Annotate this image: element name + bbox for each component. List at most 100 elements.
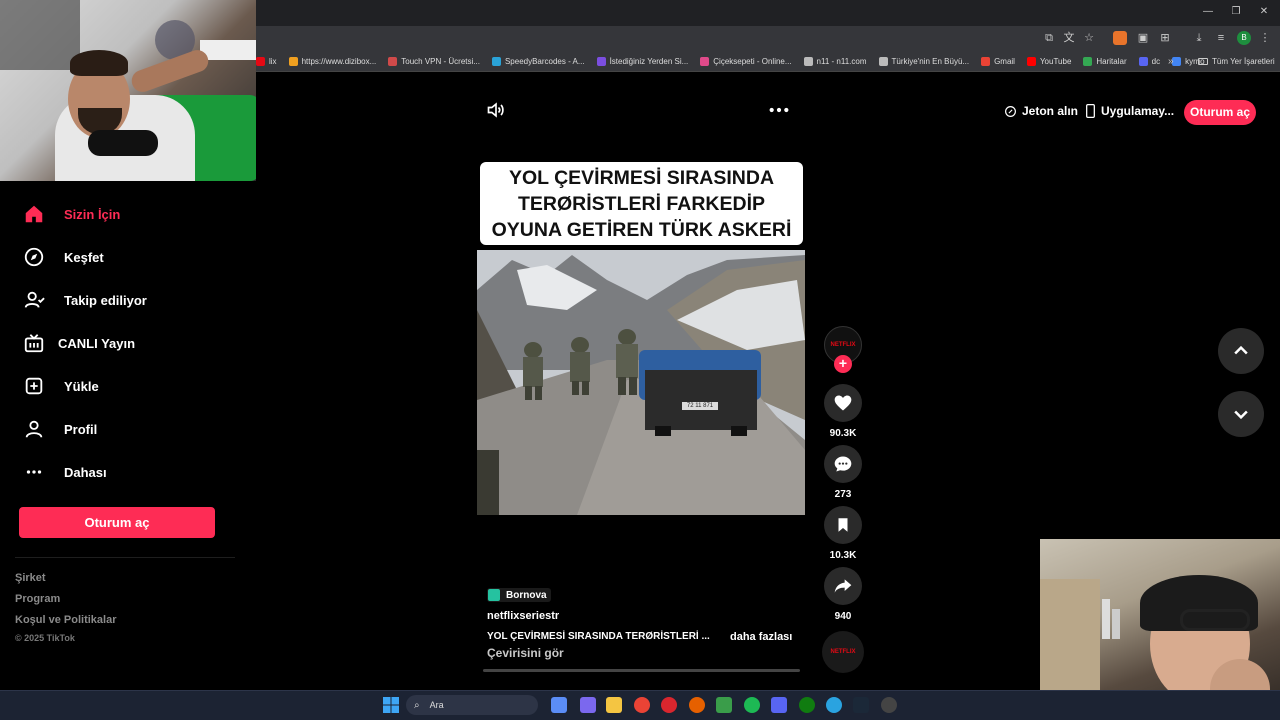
sidebar-item-following[interactable]: Takip ediliyor: [22, 288, 147, 312]
profile-avatar[interactable]: B: [1237, 31, 1251, 45]
follow-plus-icon[interactable]: +: [834, 355, 852, 373]
see-translation-link[interactable]: Çevirisini gör: [487, 646, 564, 660]
next-video-button[interactable]: [1218, 391, 1264, 437]
bookmark-label: Touch VPN - Ücretsi...: [401, 57, 480, 66]
caption-line: YOL ÇEVİRMESİ SIRASINDA: [508, 167, 775, 189]
like-count: 90.3K: [829, 428, 857, 439]
opera-icon[interactable]: [661, 697, 677, 713]
heart-icon: [834, 395, 852, 411]
bookmark-label: Türkiye'nin En Büyü...: [891, 57, 970, 66]
notepad-icon[interactable]: [716, 697, 732, 713]
search-placeholder: Ara: [429, 700, 444, 710]
xbox-icon[interactable]: [799, 697, 815, 713]
bookmark-item[interactable]: https://www.dizibox...: [283, 57, 383, 66]
bookmark-label: lix: [269, 57, 277, 66]
video-progress-bar[interactable]: [483, 669, 800, 672]
more-icon: [22, 460, 46, 484]
bookmark-item[interactable]: SpeedyBarcodes - A...: [486, 57, 591, 66]
folder-icon: [1198, 58, 1208, 65]
sidebar-item-more[interactable]: Dahası: [22, 460, 107, 484]
browser-menu-icon[interactable]: ⋮: [1258, 31, 1272, 45]
restore-icon[interactable]: ❐: [1226, 4, 1246, 20]
save-button[interactable]: [824, 506, 862, 544]
download-icon[interactable]: ⤓: [1192, 31, 1206, 45]
install-app-icon[interactable]: ⧉: [1042, 31, 1056, 45]
header-login-button[interactable]: Oturum aç: [1184, 100, 1256, 125]
previous-video-button[interactable]: [1218, 328, 1264, 374]
caption-line: TERØRİSTLERİ FARKEDİP: [517, 193, 766, 215]
sidebar-item-upload[interactable]: Yükle: [22, 374, 99, 398]
share-icon: [834, 579, 852, 593]
bookmark-item[interactable]: Gmail: [975, 57, 1021, 66]
bookmark-favicon-icon: [700, 57, 710, 66]
footer-link-company[interactable]: Şirket: [15, 572, 46, 584]
sidebar-item-label: Dahası: [64, 464, 107, 480]
get-coins-button[interactable]: Jeton alın: [1004, 104, 1078, 118]
firefox-icon[interactable]: [689, 697, 705, 713]
creator-username[interactable]: netflixseriestr: [487, 610, 559, 622]
bookmark-star-icon[interactable]: ☆: [1082, 31, 1096, 45]
bookmark-item[interactable]: dc: [1133, 57, 1166, 66]
translate-icon[interactable]: 文: [1062, 31, 1076, 45]
bookmark-favicon-icon: [878, 57, 888, 66]
share-count: 940: [834, 611, 852, 622]
bookmark-item[interactable]: YouTube: [1021, 57, 1077, 66]
home-icon: [22, 202, 46, 226]
sidebar-item-explore[interactable]: Keşfet: [22, 245, 104, 269]
video-frame-scene: [477, 250, 805, 515]
sidebar-item-profile[interactable]: Profil: [22, 417, 97, 441]
bookmark-item[interactable]: Çiçeksepeti - Online...: [694, 57, 797, 66]
bookmark-favicon-icon: [1083, 57, 1093, 66]
file-explorer-icon[interactable]: [606, 697, 622, 713]
location-badge[interactable]: Bornova: [487, 588, 551, 602]
sidebar-divider: [15, 557, 235, 558]
teams-icon[interactable]: [580, 697, 596, 713]
see-more-link[interactable]: daha fazlası: [730, 631, 792, 643]
comment-button[interactable]: [824, 445, 862, 483]
extension-shield-icon[interactable]: ▣: [1136, 31, 1150, 45]
live-icon: [22, 331, 46, 355]
get-app-label: Uygulamay...: [1101, 104, 1175, 118]
profile-icon: [22, 417, 46, 441]
bookmark-item[interactable]: Haritalar: [1077, 57, 1132, 66]
video-options-icon[interactable]: [768, 100, 790, 120]
bookmark-item[interactable]: İstediğiniz Yerden Si...: [591, 57, 695, 66]
chrome-icon[interactable]: [634, 697, 650, 713]
settings-icon[interactable]: [881, 697, 897, 713]
bookmarks-overflow-icon[interactable]: »: [1168, 56, 1174, 67]
sidebar-login-button[interactable]: Oturum aç: [19, 507, 215, 538]
music-disc[interactable]: NETFLIX: [822, 631, 864, 673]
steam-icon[interactable]: [853, 697, 869, 713]
taskbar-search[interactable]: ⌕ Ara: [406, 695, 538, 715]
windows-start-icon[interactable]: [383, 697, 399, 713]
bookmark-item[interactable]: Türkiye'nin En Büyü...: [873, 57, 976, 66]
share-button[interactable]: [824, 567, 862, 605]
spotify-icon[interactable]: [744, 697, 760, 713]
sidebar-item-label: Keşfet: [64, 249, 104, 265]
copilot-icon[interactable]: [551, 697, 567, 713]
bookmark-favicon-icon: [491, 57, 501, 66]
like-button[interactable]: [824, 384, 862, 422]
comment-icon: [834, 456, 852, 472]
video-player[interactable]: 72 11 871: [477, 250, 805, 515]
telegram-icon[interactable]: [826, 697, 842, 713]
bookmark-favicon-icon: [256, 57, 265, 66]
minimize-icon[interactable]: —: [1198, 4, 1218, 20]
volume-icon[interactable]: [486, 100, 506, 120]
footer-link-program[interactable]: Program: [15, 593, 60, 605]
bookmark-label: Çiçeksepeti - Online...: [713, 57, 792, 66]
media-control-icon[interactable]: ≡: [1214, 31, 1228, 45]
close-icon[interactable]: ✕: [1254, 4, 1274, 20]
extension-fox-icon[interactable]: [1113, 31, 1127, 45]
get-app-button[interactable]: Uygulamay...: [1085, 104, 1174, 118]
discord-icon[interactable]: [771, 697, 787, 713]
sidebar-item-for-you[interactable]: Sizin İçin: [22, 202, 120, 226]
bookmark-item[interactable]: Touch VPN - Ücretsi...: [382, 57, 486, 66]
bookmark-label: Gmail: [994, 57, 1015, 66]
bookmark-favicon-icon: [288, 57, 298, 66]
bookmark-item[interactable]: n11 - n11.com: [798, 57, 873, 66]
extensions-icon[interactable]: ⊞: [1158, 31, 1172, 45]
sidebar-item-live[interactable]: CANLI Yayın: [22, 331, 135, 355]
all-bookmarks-button[interactable]: Tüm Yer İşaretleri: [1198, 57, 1275, 66]
footer-link-terms[interactable]: Koşul ve Politikalar: [15, 614, 116, 626]
